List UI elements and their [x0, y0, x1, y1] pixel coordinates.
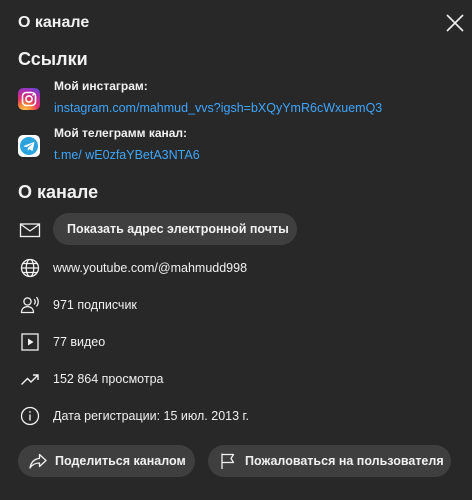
link-title-instagram: Мой инстаграм:	[54, 79, 148, 93]
videos-row: 77 видео	[18, 330, 458, 354]
videos-text: 77 видео	[53, 335, 106, 349]
trending-up-icon	[21, 374, 39, 385]
link-item-telegram: Мой телеграмм канал: t.me/ wE0zfaYBetA3N…	[18, 125, 458, 171]
links-heading: Ссылки	[18, 49, 88, 69]
joined-row: Дата регистрации: 15 июл. 2013 г.	[18, 404, 458, 428]
globe-icon	[20, 258, 40, 278]
link-url-instagram[interactable]: instagram.com/mahmud_vvs?igsh=bXQyYmR6cW…	[54, 100, 382, 116]
joined-text: Дата регистрации: 15 июл. 2013 г.	[53, 409, 250, 423]
channel-url-row: www.youtube.com/@mahmudd998	[18, 256, 458, 280]
about-channel-dialog: О канале Ссылки Мой инстаграм: instagram…	[0, 0, 472, 500]
link-title-telegram: Мой телеграмм канал:	[54, 126, 188, 140]
info-icon	[20, 406, 40, 426]
link-url-telegram[interactable]: t.me/ wE0zfaYBetA3NTA6	[54, 147, 200, 163]
report-user-button[interactable]: Пожаловаться на пользователя	[208, 445, 451, 477]
instagram-icon	[18, 88, 40, 110]
share-channel-button[interactable]: Поделиться каналом	[18, 445, 195, 477]
video-play-icon	[21, 333, 39, 351]
email-row: Показать адрес электронной почты	[18, 213, 458, 245]
show-email-label: Показать адрес электронной почты	[67, 222, 289, 236]
person-subscribers-icon	[20, 296, 39, 314]
channel-url-text[interactable]: www.youtube.com/@mahmudd998	[53, 260, 247, 276]
close-icon	[446, 14, 464, 32]
dialog-title: О канале	[18, 14, 90, 31]
close-button[interactable]	[442, 10, 468, 36]
telegram-icon	[18, 135, 40, 157]
share-channel-label: Поделиться каналом	[55, 454, 186, 468]
show-email-button[interactable]: Показать адрес электронной почты	[53, 213, 297, 245]
about-heading: О канале	[18, 182, 99, 202]
views-row: 152 864 просмотра	[18, 367, 458, 391]
flag-icon	[221, 453, 235, 469]
views-text: 152 864 просмотра	[53, 372, 164, 386]
subscribers-text: 971 подписчик	[53, 298, 137, 312]
subscribers-row: 971 подписчик	[18, 293, 458, 317]
share-icon	[29, 453, 47, 469]
report-user-label: Пожаловаться на пользователя	[245, 454, 444, 468]
mail-icon	[19, 223, 41, 238]
link-item-instagram: Мой инстаграм: instagram.com/mahmud_vvs?…	[18, 78, 458, 124]
